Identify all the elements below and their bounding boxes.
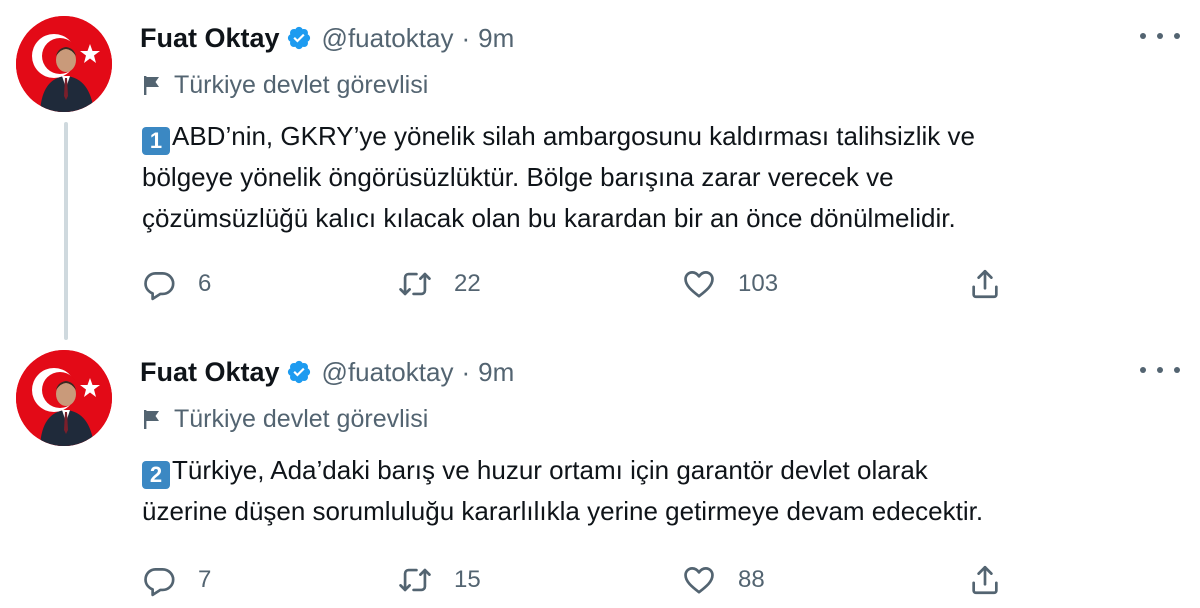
heart-icon (682, 563, 716, 597)
retweet-icon (398, 267, 432, 301)
reply-count: 7 (198, 566, 212, 593)
reply-count: 6 (198, 270, 212, 297)
avatar-image (16, 16, 112, 112)
share-button[interactable] (968, 558, 1002, 602)
share-icon (968, 563, 1002, 597)
retweet-count: 22 (454, 270, 481, 297)
avatar-image (16, 350, 112, 446)
tweet-text-line: üzerine düşen sorumluluğu kararlılıkla y… (142, 496, 984, 526)
keycap-number-icon: 1 (142, 127, 170, 155)
flag-icon (142, 408, 162, 430)
heart-icon (682, 267, 716, 301)
tweet-text: 2 Türkiye, Ada’daki barış ve huzur ortamı… (142, 450, 1182, 532)
tweet-timestamp[interactable]: 9m (478, 23, 514, 54)
like-button[interactable]: 103 (682, 262, 778, 306)
separator-dot: · (461, 22, 471, 53)
author-handle[interactable]: @fuatoktay (322, 357, 454, 388)
keycap-number-icon: 2 (142, 461, 170, 489)
share-button[interactable] (968, 262, 1002, 306)
flag-icon (142, 74, 162, 96)
tweet-text-line: 2 Türkiye, Ada’daki barış ve huzur ortamı… (142, 450, 1182, 491)
account-label[interactable]: Türkiye devlet görevlisi (142, 68, 428, 102)
author-name[interactable]: Fuat Oktay (140, 357, 280, 388)
verified-badge-icon (286, 359, 312, 385)
tweet-timestamp[interactable]: 9m (478, 357, 514, 388)
tweet[interactable]: Fuat Oktay @fuatoktay · 9m Türkiye devle… (0, 0, 1200, 340)
retweet-button[interactable]: 22 (398, 262, 481, 306)
tweet-header: Fuat Oktay @fuatoktay · 9m (140, 18, 514, 58)
more-options-icon[interactable] (1140, 358, 1180, 382)
account-label-text: Türkiye devlet görevlisi (174, 70, 429, 99)
tweet[interactable]: Fuat Oktay @fuatoktay · 9m Türkiye devle… (0, 334, 1200, 608)
reply-button[interactable]: 7 (142, 558, 211, 602)
verified-badge-icon (286, 25, 312, 51)
retweet-count: 15 (454, 566, 481, 593)
tweet-actions: 6 22 103 (142, 262, 1022, 306)
reply-icon (142, 267, 176, 301)
avatar[interactable] (16, 350, 112, 446)
tweet-text-line: 1 ABD’nin, GKRY’ye yönelik silah ambargos… (142, 116, 1182, 157)
retweet-button[interactable]: 15 (398, 558, 481, 602)
tweet-actions: 7 15 88 (142, 558, 1022, 602)
tweet-text-line: bölgeye yönelik öngörüsüzlüktür. Bölge b… (142, 162, 894, 192)
tweet-text-line: çözümsüzlüğü kalıcı kılacak olan bu kara… (142, 203, 956, 233)
tweet-header: Fuat Oktay @fuatoktay · 9m (140, 352, 514, 392)
retweet-icon (398, 563, 432, 597)
like-button[interactable]: 88 (682, 558, 765, 602)
share-icon (968, 267, 1002, 301)
separator-dot: · (461, 356, 471, 387)
more-options-icon[interactable] (1140, 24, 1180, 48)
account-label[interactable]: Türkiye devlet görevlisi (142, 402, 428, 436)
reply-button[interactable]: 6 (142, 262, 211, 306)
tweet-text: 1 ABD’nin, GKRY’ye yönelik silah ambargos… (142, 116, 1182, 239)
like-count: 88 (738, 566, 765, 593)
avatar[interactable] (16, 16, 112, 112)
like-count: 103 (738, 270, 779, 297)
reply-icon (142, 563, 176, 597)
account-label-text: Türkiye devlet görevlisi (174, 404, 429, 433)
author-handle[interactable]: @fuatoktay (322, 23, 454, 54)
author-name[interactable]: Fuat Oktay (140, 23, 280, 54)
